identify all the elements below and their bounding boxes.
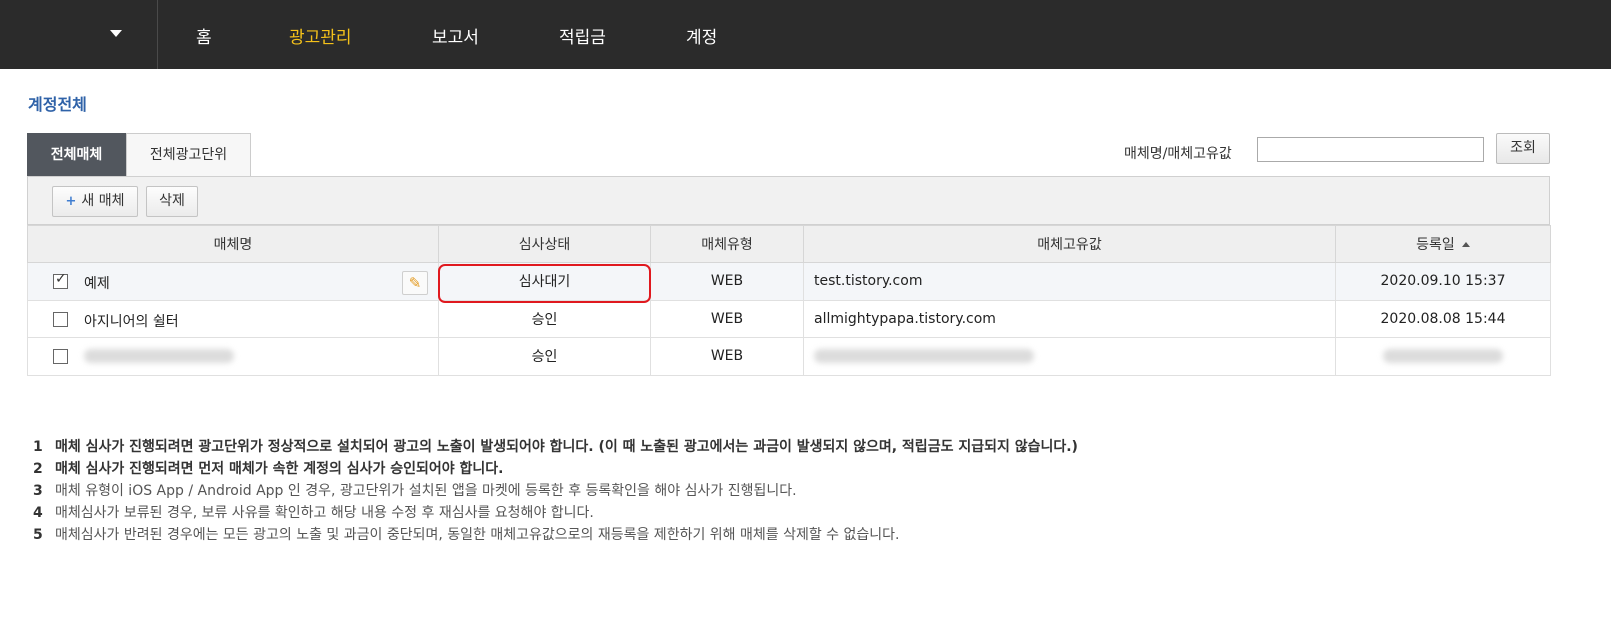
top-nav-bar: 홈 광고관리 보고서 적립금 계정 <box>0 0 1611 69</box>
page-title: 계정전체 <box>28 95 87 114</box>
search-label: 매체명/매체고유값 <box>1124 146 1232 162</box>
caret-down-icon[interactable] <box>110 30 122 37</box>
media-type: WEB <box>650 262 804 301</box>
table-row[interactable]: 예제 ✎ 심사대기 WEB test.tistory.com 2020.09.1… <box>27 262 1551 301</box>
row-checkbox[interactable] <box>53 271 68 289</box>
table-row[interactable]: 아지니어의 쉴터 승인 WEB allmightypapa.tistory.co… <box>27 299 1551 338</box>
nav-reports[interactable]: 보고서 <box>432 23 479 48</box>
review-status: 심사대기 <box>438 262 651 301</box>
media-name-cell: 예제 ✎ <box>27 262 439 301</box>
nav-credits[interactable]: 적립금 <box>559 23 606 48</box>
media-name: 아지니어의 쉴터 <box>84 313 179 330</box>
reg-date: 2020.09.10 15:37 <box>1335 262 1551 301</box>
note-item: 4 매체심사가 보류된 경우, 보류 사유를 확인하고 해당 내용 수정 후 재심… <box>33 505 594 521</box>
note-item: 5 매체심사가 반려된 경우에는 모든 광고의 노출 및 과금이 중단되며, 동일… <box>33 527 900 543</box>
sort-ascending-icon <box>1461 242 1470 247</box>
toolbar: + 새 매체 삭제 <box>27 176 1550 225</box>
note-item: 3 매체 유형이 iOS App / Android App 인 경우, 광고단위… <box>33 483 797 499</box>
row-checkbox[interactable] <box>53 311 68 327</box>
row-checkbox[interactable] <box>53 349 68 364</box>
blurred-media-key <box>803 337 1336 376</box>
edit-pencil-icon[interactable]: ✎ <box>402 271 428 295</box>
delete-button[interactable]: 삭제 <box>146 186 198 217</box>
nav-ad-management[interactable]: 광고관리 <box>289 23 352 48</box>
notes-list: 1 매체 심사가 진행되려면 광고단위가 정상적으로 설치되어 광고의 노출이 발… <box>33 436 1078 546</box>
plus-icon: + <box>65 194 77 209</box>
tab-all-ad-units[interactable]: 전체광고단위 <box>126 133 251 177</box>
col-header-media-name[interactable]: 매체명 <box>27 225 439 263</box>
new-media-label: 새 매체 <box>81 193 125 209</box>
media-type: WEB <box>650 337 804 376</box>
media-key: test.tistory.com <box>803 262 1336 301</box>
nav-home[interactable]: 홈 <box>196 23 212 48</box>
note-item: 2 매체 심사가 진행되려면 먼저 매체가 속한 계정의 심사가 승인되어야 합니… <box>33 461 504 477</box>
review-status: 승인 <box>438 337 651 376</box>
table-row[interactable]: 승인 WEB <box>27 337 1551 376</box>
reg-date-header-label: 등록일 <box>1416 237 1455 253</box>
search-button[interactable]: 조회 <box>1496 133 1550 164</box>
tab-all-media[interactable]: 전체매체 <box>27 133 126 177</box>
media-name: 예제 <box>84 276 110 292</box>
media-table: 매체명 심사상태 매체유형 매체고유값 등록일 예제 ✎ 심사대기 WEB te… <box>27 225 1551 376</box>
menu-dropdown[interactable] <box>0 0 158 69</box>
blurred-reg-date <box>1335 337 1551 376</box>
col-header-media-key[interactable]: 매체고유값 <box>803 225 1336 263</box>
col-header-media-type[interactable]: 매체유형 <box>650 225 804 263</box>
blurred-media-name <box>84 348 234 364</box>
search-input[interactable] <box>1257 137 1484 162</box>
note-item: 1 매체 심사가 진행되려면 광고단위가 정상적으로 설치되어 광고의 노출이 발… <box>33 439 1078 455</box>
new-media-button[interactable]: + 새 매체 <box>52 186 138 217</box>
reg-date: 2020.08.08 15:44 <box>1335 299 1551 338</box>
media-name-cell: 아지니어의 쉴터 <box>27 299 439 338</box>
media-key: allmightypapa.tistory.com <box>803 299 1336 338</box>
media-name-cell <box>27 337 439 376</box>
col-header-review-status[interactable]: 심사상태 <box>438 225 651 263</box>
media-type: WEB <box>650 299 804 338</box>
col-header-reg-date[interactable]: 등록일 <box>1335 225 1551 263</box>
nav-account[interactable]: 계정 <box>686 23 717 48</box>
review-status: 승인 <box>438 299 651 338</box>
table-header-row: 매체명 심사상태 매체유형 매체고유값 등록일 <box>27 225 1551 263</box>
